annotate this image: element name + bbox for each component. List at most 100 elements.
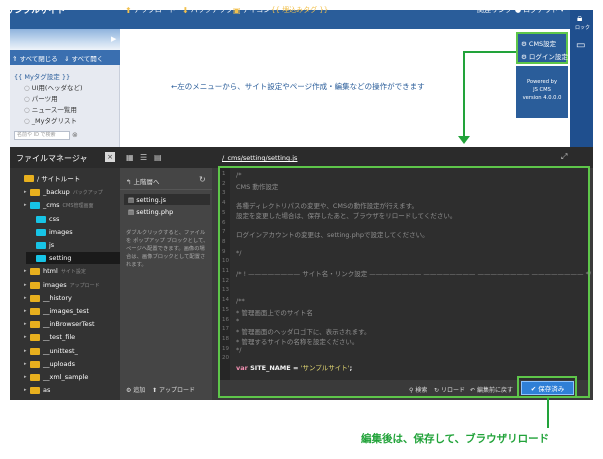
- comment-line[interactable]: * 管理画面上でのサイト名: [236, 307, 313, 317]
- current-file-path[interactable]: /_cms/setting/setting.js: [222, 154, 297, 162]
- tree-item-label: _backup: [43, 188, 70, 196]
- tree-item-label: html: [43, 267, 58, 275]
- line-number: 15: [222, 306, 229, 313]
- line-number: 1: [222, 171, 226, 177]
- sidebar-item-ui[interactable]: UI用(ヘッダなど): [24, 82, 83, 92]
- comment-line[interactable]: * 管理画面のヘッダロゴ下に、表示されます。: [236, 326, 370, 336]
- tree-item[interactable]: ▸ __test_file: [24, 331, 75, 343]
- tree-item[interactable]: ▸ _backup バックアップ: [24, 186, 103, 198]
- folder-icon: [36, 254, 46, 262]
- folder-icon: [30, 307, 40, 315]
- tree-item[interactable]: ▸ __uploads: [24, 358, 75, 370]
- revert-button[interactable]: ↶ 編集前に戻す: [470, 385, 513, 394]
- grid-view-icon[interactable]: ▦: [126, 153, 134, 162]
- icon-menu[interactable]: ▣ アイコン: [233, 5, 270, 15]
- backup-menu[interactable]: ⬇ バックアップ: [182, 5, 233, 15]
- code-line[interactable]: var SITE_NAME = 'サンプルサイト';: [236, 362, 352, 372]
- comment-line[interactable]: CMS 動作設定: [236, 181, 278, 191]
- site-title[interactable]: サンプルサイト: [6, 4, 65, 16]
- tree-item-label: __xml_sample: [43, 373, 89, 381]
- tree-item[interactable]: ▸ _cms CMS管理画面: [24, 199, 94, 211]
- parent-directory-label: 上階層へ: [133, 178, 160, 186]
- comment-line[interactable]: * 管理するサイトの名称を設定ください。: [236, 336, 358, 346]
- collapse-all-button[interactable]: ⇑ すべて閉じる: [12, 53, 58, 63]
- sidebar-item-news[interactable]: ニュース一覧用: [24, 104, 77, 114]
- upload-menu-label: アップロード: [133, 6, 176, 14]
- sidebar-search-input[interactable]: 名前や ID で検索: [14, 131, 70, 140]
- tree-item[interactable]: ▸ __inBrowserTest: [24, 318, 95, 330]
- comment-line[interactable]: */: [236, 249, 241, 257]
- refresh-icon[interactable]: ↻: [199, 175, 206, 184]
- tree-item[interactable]: / サイトルート: [18, 172, 80, 184]
- search-button[interactable]: ⚲ 検索: [409, 385, 427, 394]
- search-icon: ⚲: [409, 387, 414, 394]
- list-view-icon[interactable]: ☰: [140, 153, 147, 162]
- upload-menu[interactable]: ⬆ アップロード: [125, 5, 176, 15]
- related-links-label: 関連リンク ▾: [477, 6, 518, 14]
- related-links-menu[interactable]: 関連リンク ▾: [477, 5, 518, 15]
- tree-item[interactable]: ▸ __images_test: [24, 305, 89, 317]
- logout-menu[interactable]: ● ログアウト ▾: [515, 5, 564, 15]
- annotation-arrow-vertical: [463, 51, 465, 137]
- parent-directory-button[interactable]: ↰ 上階層へ: [126, 176, 160, 186]
- tag-settings-title[interactable]: {{ Myタグ設定 }}: [14, 71, 70, 81]
- upload-file-button[interactable]: ⬆ アップロード: [152, 385, 195, 394]
- login-settings-item[interactable]: ⚙ ログイン設定: [521, 51, 568, 61]
- embed-tag-menu[interactable]: {{ 埋込みタグ }}: [271, 5, 328, 15]
- save-button[interactable]: ✔ 保存済み: [521, 381, 574, 395]
- tree-item-label: __uploads: [43, 360, 76, 368]
- sidebar-item-mytags[interactable]: _Myタグリスト: [24, 115, 77, 125]
- save-label: 保存済み: [538, 385, 565, 393]
- tree-item[interactable]: setting: [30, 252, 72, 264]
- line-number: 11: [222, 268, 229, 274]
- monitor-icon[interactable]: ▭: [576, 40, 585, 51]
- file-manager-header: [10, 147, 593, 168]
- comment-line[interactable]: /**: [236, 297, 245, 305]
- line-number: 7: [222, 229, 226, 236]
- tree-item[interactable]: css: [30, 213, 59, 225]
- code-semicolon: ;: [349, 364, 353, 372]
- tree-item[interactable]: ▸ html サイト設定: [24, 265, 86, 277]
- collapse-all-label: すべて閉じる: [19, 55, 58, 63]
- comment-line[interactable]: ログインアカウントの変更は、setting.phpで設定してください。: [236, 229, 429, 239]
- sidebar-toggle-icon[interactable]: ▶: [111, 35, 116, 43]
- user-icon: ●: [515, 6, 522, 14]
- tree-item[interactable]: js: [30, 239, 54, 251]
- tree-item[interactable]: ▸ __history: [24, 292, 72, 304]
- expand-all-button[interactable]: ⇓ すべて開く: [64, 53, 103, 63]
- reload-button[interactable]: ↻ リロード: [434, 385, 465, 394]
- tree-item[interactable]: ▸ __xml_sample: [24, 371, 88, 383]
- comment-line[interactable]: 設定を変更した場合は、保存したあと、ブラウザをリロードしてください。: [236, 210, 456, 220]
- check-icon: ✔: [530, 385, 537, 393]
- tree-item-label: css: [49, 215, 60, 223]
- file-manager-close-button[interactable]: ×: [105, 152, 115, 162]
- code-keyword: var: [236, 364, 248, 372]
- expand-icon[interactable]: ⤢: [561, 152, 567, 162]
- file-item-setting-js[interactable]: ▤ setting.js: [128, 196, 166, 204]
- tree-item[interactable]: images: [30, 226, 73, 238]
- comment-line[interactable]: /*: [236, 171, 241, 179]
- folder-icon: [30, 333, 40, 341]
- cms-settings-item[interactable]: ⚙ CMS設定: [521, 38, 556, 48]
- search-clear-icon[interactable]: ⊗: [72, 131, 78, 139]
- comment-line[interactable]: 各種ディレクトリパスの変更や、CMSの動作設定が行えます。: [236, 200, 418, 210]
- line-number: 3: [222, 190, 226, 197]
- tree-item[interactable]: ▸ __unittest_: [24, 345, 78, 357]
- tree-item[interactable]: ▸ as: [24, 384, 50, 396]
- comment-line[interactable]: /* ! ———————— サイト名・リンク設定 ———————— ——————…: [236, 268, 591, 278]
- line-number: 6: [222, 219, 226, 226]
- sidebar-item-parts[interactable]: パーツ用: [24, 93, 58, 103]
- upload-icon: ⬆: [125, 5, 132, 15]
- file-item-setting-php[interactable]: ▤ setting.php: [128, 208, 173, 216]
- comment-line[interactable]: */: [236, 346, 241, 354]
- add-file-label: 追加: [133, 387, 146, 394]
- lock-icon[interactable]: 🔒︎: [577, 13, 582, 24]
- add-file-button[interactable]: ⚙ 追加: [126, 385, 145, 394]
- line-number: 16: [222, 316, 229, 323]
- thumbnail-view-icon[interactable]: ▤: [154, 153, 162, 162]
- line-number: 8: [222, 238, 226, 245]
- folder-icon: [30, 386, 40, 394]
- tree-item[interactable]: ▸ images アップロード: [24, 279, 100, 291]
- comment-line[interactable]: *: [236, 317, 239, 325]
- tree-item-label: images: [43, 281, 67, 289]
